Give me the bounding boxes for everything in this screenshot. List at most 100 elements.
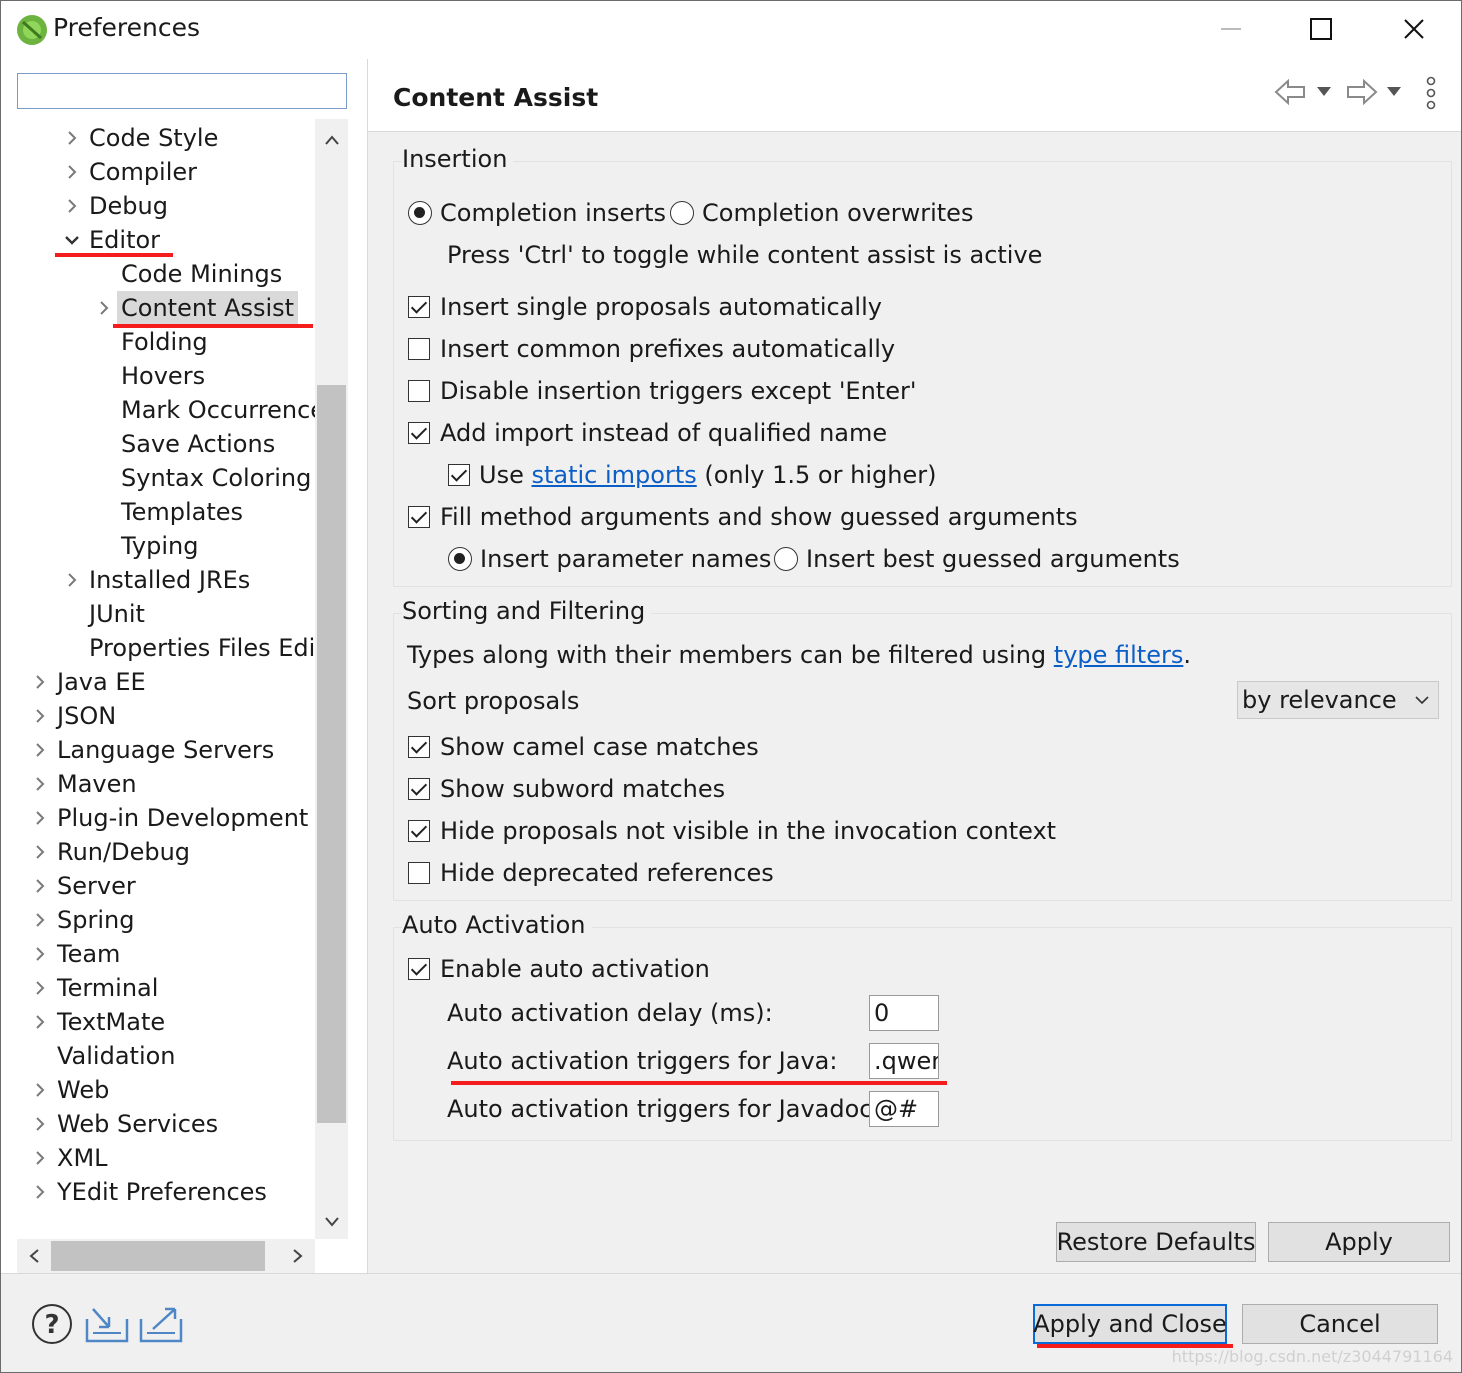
- restore-defaults-button[interactable]: Restore Defaults: [1056, 1222, 1256, 1262]
- forward-arrow-icon[interactable]: [1344, 77, 1378, 107]
- tree-item[interactable]: Save Actions: [93, 427, 315, 461]
- tree-item[interactable]: Plug-in Development: [29, 801, 315, 835]
- view-menu-icon[interactable]: [1421, 75, 1441, 111]
- tree-item[interactable]: Templates: [93, 495, 315, 529]
- cancel-button[interactable]: Cancel: [1242, 1304, 1438, 1344]
- chevron-right-icon[interactable]: [29, 699, 51, 733]
- disable-insertion-triggers-checkbox[interactable]: [408, 380, 430, 402]
- tree-item[interactable]: Folding: [93, 325, 315, 359]
- apply-and-close-button[interactable]: Apply and Close: [1033, 1304, 1227, 1344]
- use-static-imports-checkbox[interactable]: [448, 464, 470, 486]
- chevron-right-icon[interactable]: [29, 767, 51, 801]
- tree-item[interactable]: Maven: [29, 767, 315, 801]
- chevron-right-icon[interactable]: [29, 903, 51, 937]
- tree-item[interactable]: Terminal: [29, 971, 315, 1005]
- chevron-right-icon[interactable]: [29, 665, 51, 699]
- chevron-right-icon[interactable]: [29, 1175, 51, 1209]
- scroll-down-arrow-icon[interactable]: [315, 1205, 348, 1239]
- tree-item[interactable]: JSON: [29, 699, 315, 733]
- chevron-right-icon[interactable]: [29, 1005, 51, 1039]
- tree-item[interactable]: Team: [29, 937, 315, 971]
- chevron-right-icon[interactable]: [29, 1141, 51, 1175]
- tree-item[interactable]: Properties Files Editor: [61, 631, 315, 665]
- tree-item[interactable]: Editor: [61, 223, 315, 257]
- vertical-scroll-thumb[interactable]: [317, 385, 346, 1123]
- tree-item[interactable]: Language Servers: [29, 733, 315, 767]
- scroll-left-arrow-icon[interactable]: [17, 1239, 51, 1273]
- tree-item[interactable]: JUnit: [61, 597, 315, 631]
- tree-item[interactable]: Typing: [93, 529, 315, 563]
- show-subword-checkbox[interactable]: [408, 778, 430, 800]
- tree-item[interactable]: Spring: [29, 903, 315, 937]
- chevron-right-icon[interactable]: [29, 1073, 51, 1107]
- scroll-right-arrow-icon[interactable]: [281, 1239, 315, 1273]
- import-icon[interactable]: [85, 1305, 129, 1343]
- tree-item[interactable]: Code Style: [61, 121, 315, 155]
- tree-item[interactable]: Content Assist: [93, 291, 315, 325]
- tree-item[interactable]: XML: [29, 1141, 315, 1175]
- scroll-up-arrow-icon[interactable]: [315, 123, 348, 157]
- completion-inserts-radio[interactable]: [408, 201, 432, 225]
- chevron-right-icon[interactable]: [29, 971, 51, 1005]
- tree-item[interactable]: Web Services: [29, 1107, 315, 1141]
- horizontal-scroll-thumb[interactable]: [51, 1241, 265, 1271]
- enable-auto-activation-checkbox[interactable]: [408, 958, 430, 980]
- chevron-right-icon[interactable]: [61, 121, 83, 155]
- chevron-right-icon[interactable]: [29, 1107, 51, 1141]
- minimize-button[interactable]: [1201, 9, 1261, 49]
- tree-item[interactable]: Syntax Coloring: [93, 461, 315, 495]
- show-camel-case-checkbox[interactable]: [408, 736, 430, 758]
- back-arrow-icon[interactable]: [1274, 77, 1308, 107]
- chevron-right-icon[interactable]: [29, 733, 51, 767]
- insert-best-guessed-radio[interactable]: [774, 547, 798, 571]
- hide-deprecated-checkbox[interactable]: [408, 862, 430, 884]
- java-triggers-input[interactable]: .qwer: [869, 1043, 939, 1079]
- insert-common-prefixes-checkbox[interactable]: [408, 338, 430, 360]
- tree-item[interactable]: Debug: [61, 189, 315, 223]
- sort-proposals-select[interactable]: by relevance: [1237, 681, 1439, 719]
- tree-item[interactable]: Mark Occurrences: [93, 393, 315, 427]
- tree-item[interactable]: Hovers: [93, 359, 315, 393]
- tree-item[interactable]: YEdit Preferences: [29, 1175, 315, 1209]
- tree-vertical-scrollbar[interactable]: [315, 119, 348, 1239]
- back-dropdown-icon[interactable]: [1315, 85, 1333, 99]
- auto-activation-delay-input[interactable]: 0: [869, 995, 939, 1031]
- chevron-right-icon[interactable]: [29, 835, 51, 869]
- help-icon[interactable]: ?: [31, 1303, 73, 1345]
- filter-input[interactable]: [17, 73, 347, 109]
- tree-horizontal-scrollbar[interactable]: [17, 1239, 315, 1273]
- type-filters-link[interactable]: type filters: [1054, 641, 1184, 669]
- tree-item[interactable]: Compiler: [61, 155, 315, 189]
- export-icon[interactable]: [139, 1305, 183, 1343]
- close-button[interactable]: [1384, 9, 1444, 49]
- chevron-right-icon[interactable]: [93, 291, 115, 325]
- chevron-right-icon[interactable]: [29, 869, 51, 903]
- chevron-right-icon[interactable]: [61, 155, 83, 189]
- tree-item[interactable]: Web: [29, 1073, 315, 1107]
- javadoc-triggers-input[interactable]: @#: [869, 1091, 939, 1127]
- tree-item[interactable]: Server: [29, 869, 315, 903]
- tree-item[interactable]: Java EE: [29, 665, 315, 699]
- chevron-right-icon[interactable]: [61, 189, 83, 223]
- chevron-right-icon[interactable]: [29, 801, 51, 835]
- forward-dropdown-icon[interactable]: [1385, 85, 1403, 99]
- tree-item[interactable]: Installed JREs: [61, 563, 315, 597]
- chevron-right-icon[interactable]: [29, 937, 51, 971]
- insert-single-proposals-checkbox[interactable]: [408, 296, 430, 318]
- fill-method-arguments-checkbox[interactable]: [408, 506, 430, 528]
- apply-button[interactable]: Apply: [1268, 1222, 1450, 1262]
- tree-item[interactable]: Code Minings: [93, 257, 315, 291]
- insert-parameter-names-radio[interactable]: [448, 547, 472, 571]
- maximize-button[interactable]: [1291, 9, 1351, 49]
- chevron-down-icon[interactable]: [61, 223, 83, 257]
- add-import-checkbox[interactable]: [408, 422, 430, 444]
- completion-overwrites-radio[interactable]: [670, 201, 694, 225]
- chevron-right-icon[interactable]: [61, 563, 83, 597]
- hide-not-visible-checkbox[interactable]: [408, 820, 430, 842]
- tree-item[interactable]: Run/Debug: [29, 835, 315, 869]
- tree-item-label: Java EE: [57, 668, 146, 696]
- static-imports-link[interactable]: static imports: [531, 461, 696, 489]
- tree-item[interactable]: TextMate: [29, 1005, 315, 1039]
- tree-item[interactable]: Validation: [29, 1039, 315, 1073]
